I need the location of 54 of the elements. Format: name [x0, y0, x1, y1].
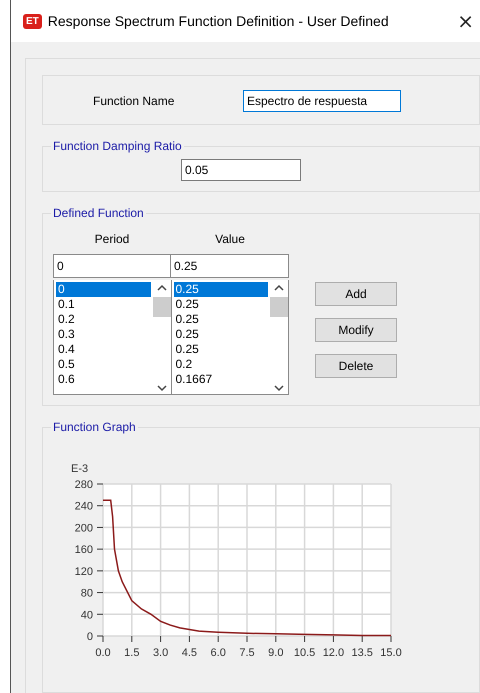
- close-button[interactable]: ×: [453, 9, 478, 33]
- y-tick-label: 200: [74, 522, 93, 534]
- list-item[interactable]: 0.25: [174, 297, 268, 312]
- list-item[interactable]: 0.1: [56, 297, 150, 312]
- x-tick-label: 4.5: [182, 647, 198, 659]
- list-item[interactable]: 0.25: [174, 327, 268, 342]
- action-button[interactable]: Modify: [315, 318, 397, 342]
- window-title: Response Spectrum Function Definition - User Defined: [48, 13, 390, 29]
- list-item[interactable]: 0.5: [56, 357, 150, 372]
- list-item[interactable]: 0.6: [56, 372, 150, 387]
- scroll-down-icon[interactable]: [156, 385, 166, 392]
- list-item[interactable]: 0.2: [174, 357, 268, 372]
- x-tick-label: 7.5: [239, 647, 255, 659]
- scroll-up-icon[interactable]: [274, 284, 284, 291]
- group-title: Function Graph: [52, 420, 137, 434]
- axis-unit-label: E-3: [71, 463, 88, 475]
- column-header: Value: [214, 231, 246, 248]
- function-name-label: Function Name: [93, 94, 176, 108]
- y-tick-label: 160: [74, 544, 93, 556]
- x-tick-label: 6.0: [210, 647, 226, 659]
- function-name-field[interactable]: Espectro de respuesta: [243, 90, 401, 112]
- x-tick-label: 9.0: [268, 647, 284, 659]
- y-tick-label: 40: [80, 609, 93, 622]
- scroll-up-icon[interactable]: [156, 284, 166, 291]
- x-tick-label: 15.0: [380, 647, 402, 659]
- y-tick-label: 0: [86, 631, 93, 643]
- damping-ratio-field[interactable]: 0.05: [181, 159, 301, 181]
- action-button[interactable]: Delete: [315, 354, 397, 378]
- list-item[interactable]: 0.25: [174, 312, 268, 327]
- scroll-thumb[interactable]: [152, 297, 170, 317]
- list-item[interactable]: 0.3: [56, 327, 150, 342]
- x-tick-label: 0.0: [95, 647, 111, 659]
- y-tick-label: 240: [74, 500, 93, 513]
- list-item[interactable]: 0: [56, 282, 150, 297]
- column-header: Period: [94, 231, 130, 248]
- list-item[interactable]: 0.4: [56, 342, 150, 357]
- list-item[interactable]: 0.1667: [174, 372, 268, 387]
- x-tick-label: 13.5: [352, 647, 373, 659]
- x-tick-label: 10.5: [294, 647, 316, 659]
- list-item[interactable]: 0.2: [56, 312, 150, 327]
- list-item[interactable]: 0.25: [174, 342, 268, 357]
- action-button[interactable]: Add: [315, 282, 397, 306]
- scroll-thumb[interactable]: [270, 297, 288, 317]
- x-tick-label: 12.0: [322, 647, 344, 659]
- x-tick-label: 3.0: [152, 647, 168, 659]
- list-item[interactable]: 0.25: [174, 282, 268, 297]
- group-title: Function Damping Ratio: [52, 139, 183, 153]
- group-title: Defined Function: [52, 206, 145, 220]
- y-tick-label: 80: [80, 588, 93, 600]
- x-tick-label: 1.5: [124, 647, 140, 659]
- y-tick-label: 280: [74, 479, 93, 491]
- scroll-down-icon[interactable]: [274, 385, 284, 392]
- y-tick-label: 120: [74, 566, 93, 578]
- app-logo-icon: ET: [23, 14, 42, 28]
